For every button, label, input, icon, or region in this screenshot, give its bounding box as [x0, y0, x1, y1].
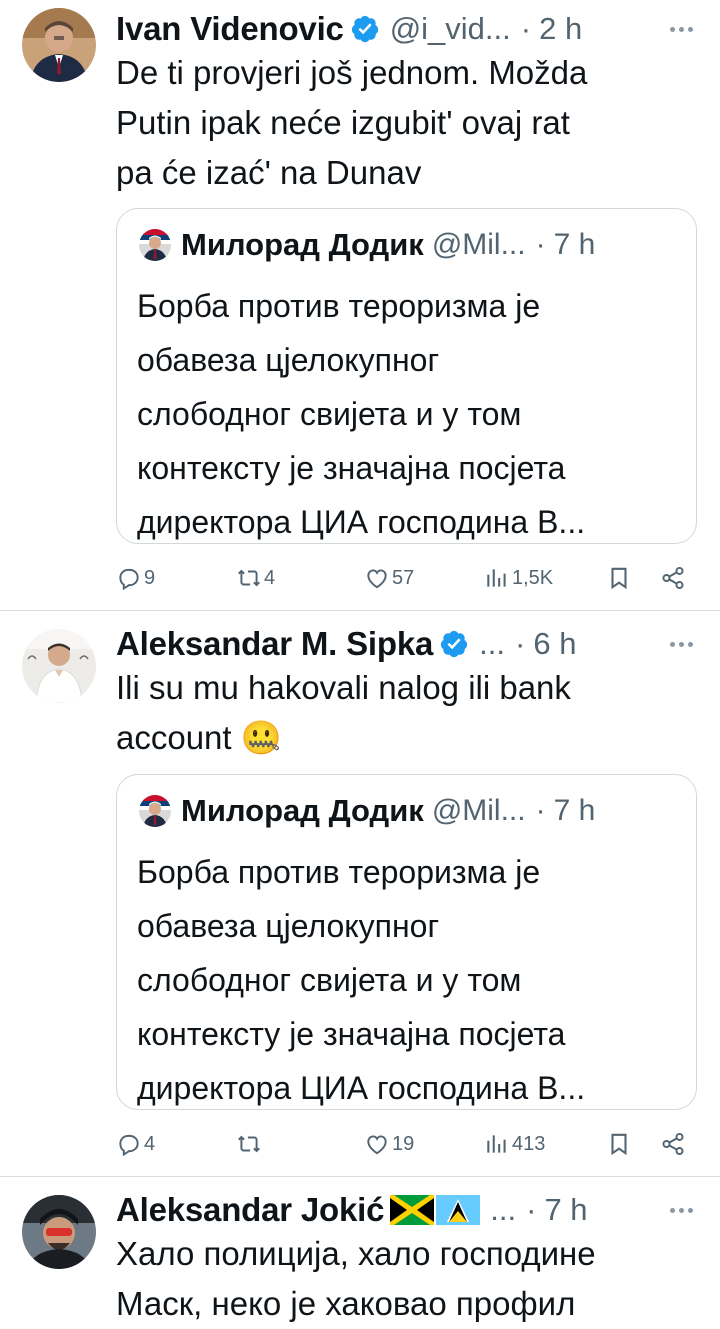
like-icon: [367, 1135, 387, 1155]
author-name[interactable]: Ivan Videnovic: [116, 10, 344, 48]
tweet-text: De ti provjeri još jednom. Možda Putin i…: [116, 48, 690, 198]
share-icon: [662, 1132, 684, 1156]
text-line: Хало полиција, хало господине: [116, 1235, 596, 1272]
reply-icon: [119, 568, 139, 591]
text-line: pa će izać' na Dunav: [116, 154, 422, 191]
like-count: 19: [392, 1132, 415, 1155]
views-icon: [487, 1135, 506, 1153]
jamaica-flag-icon: [390, 1195, 435, 1225]
reply-button[interactable]: 9: [116, 558, 155, 598]
reply-icon: [119, 1134, 139, 1157]
quoted-text: Борба против тероризма је обавеза цјелок…: [137, 279, 680, 549]
quoted-tweet[interactable]: Милорад Додик @Mil... · 7 h Борба против…: [116, 208, 697, 544]
author-handle[interactable]: ...: [490, 1192, 516, 1228]
text-line: обавеза цјелокупног: [137, 908, 440, 944]
separator-dot: ·: [526, 1192, 537, 1227]
like-count: 57: [392, 566, 415, 589]
tweet-text: Хало полиција, хало господине Маск, неко…: [116, 1229, 690, 1329]
avatar[interactable]: [22, 629, 96, 703]
verified-badge-icon: [351, 15, 378, 43]
text-line: директора ЦИА господина В...: [137, 1070, 586, 1106]
text-line: Putin ipak neće izgubit' ovaj rat: [116, 104, 570, 141]
like-icon: [367, 569, 387, 589]
bookmark-button[interactable]: [606, 558, 632, 598]
like-button[interactable]: 57: [364, 558, 414, 598]
text-line: директора ЦИА господина В...: [137, 504, 586, 540]
tweet-text: Ili su mu hakovali nalog ili bank accoun…: [116, 663, 690, 763]
repost-count: 4: [264, 566, 276, 589]
text-line: Ili su mu hakovali nalog ili bank: [116, 669, 571, 706]
saint-lucia-flag-icon: [436, 1195, 481, 1225]
author-name[interactable]: Aleksandar M. Sipka: [116, 625, 433, 663]
more-icon[interactable]: [664, 627, 698, 661]
text-line: контексту је значајна посјета: [137, 450, 566, 486]
bookmark-icon: [611, 567, 627, 590]
views-button[interactable]: 1,5K: [484, 558, 553, 598]
text-line: De ti provjeri još jednom. Možda: [116, 54, 588, 91]
separator-dot: ·: [535, 228, 546, 261]
text-line: Маск, неко је хаковао профил: [116, 1285, 576, 1322]
quoted-avatar[interactable]: [139, 229, 171, 261]
separator-dot: ·: [520, 11, 532, 46]
reply-count: 4: [144, 1132, 156, 1155]
timestamp[interactable]: 6 h: [533, 626, 576, 662]
quoted-author-name[interactable]: Милорад Додик: [181, 793, 424, 829]
action-bar: 9 4 57 1,5K: [116, 558, 696, 598]
more-icon[interactable]: [664, 12, 698, 46]
author-handle[interactable]: ...: [479, 626, 505, 662]
views-button[interactable]: 413: [484, 1124, 545, 1164]
text-line: слободног свијета и у том: [137, 396, 522, 432]
quoted-tweet[interactable]: Милорад Додик @Mil... · 7 h Борба против…: [116, 774, 697, 1110]
text-fragment: account: [116, 719, 232, 756]
quoted-author-handle[interactable]: @Mil...: [432, 228, 526, 262]
reply-button[interactable]: 4: [116, 1124, 155, 1164]
author-name[interactable]: Aleksandar Jokić: [116, 1191, 384, 1229]
bookmark-icon: [611, 1133, 627, 1156]
share-icon: [662, 566, 684, 590]
text-line: account 🤐: [116, 713, 690, 763]
repost-icon: [238, 569, 260, 587]
action-bar: 4 19 413: [116, 1124, 696, 1164]
text-line: слободног свијета и у том: [137, 962, 522, 998]
text-line: Борба против тероризма је: [137, 854, 541, 890]
reply-count: 9: [144, 566, 156, 589]
timestamp[interactable]: 7 h: [544, 1192, 587, 1228]
verified-badge-icon: [441, 630, 468, 658]
views-count: 1,5K: [512, 566, 554, 589]
timestamp[interactable]: 2 h: [539, 11, 582, 47]
text-line: обавеза цјелокупног: [137, 342, 440, 378]
tweet-2[interactable]: Aleksandar M. Sipka ... · 6 h Ili su mu …: [0, 611, 720, 1176]
quoted-text: Борба против тероризма је обавеза цјелок…: [137, 845, 680, 1115]
text-line: Борба против тероризма је: [137, 288, 541, 324]
repost-button[interactable]: [236, 1124, 264, 1164]
views-count: 413: [512, 1132, 546, 1155]
quoted-avatar[interactable]: [139, 795, 171, 827]
separator-dot: ·: [515, 626, 526, 661]
zipper-mouth-emoji: 🤐: [240, 719, 282, 756]
repost-button[interactable]: 4: [236, 558, 275, 598]
bookmark-button[interactable]: [606, 1124, 632, 1164]
text-line: контексту је значајна посјета: [137, 1016, 566, 1052]
share-button[interactable]: [660, 1124, 686, 1164]
tweet-3[interactable]: Aleksandar Jokić ... · 7 h Хало полиција…: [0, 1177, 720, 1329]
views-icon: [487, 569, 506, 587]
quoted-timestamp[interactable]: 7 h: [554, 228, 596, 262]
quoted-author-name[interactable]: Милорад Додик: [181, 227, 424, 263]
tweet-1[interactable]: Ivan Videnovic @i_vid... · 2 h De ti pro…: [0, 0, 720, 610]
quoted-timestamp[interactable]: 7 h: [554, 794, 596, 828]
quoted-author-handle[interactable]: @Mil...: [432, 794, 526, 828]
separator-dot: ·: [535, 794, 546, 827]
like-button[interactable]: 19: [364, 1124, 414, 1164]
author-handle[interactable]: @i_vid...: [390, 11, 511, 47]
avatar[interactable]: [22, 8, 96, 82]
avatar[interactable]: [22, 1195, 96, 1269]
more-icon[interactable]: [664, 1193, 698, 1227]
share-button[interactable]: [660, 558, 686, 598]
repost-icon: [238, 1135, 260, 1153]
